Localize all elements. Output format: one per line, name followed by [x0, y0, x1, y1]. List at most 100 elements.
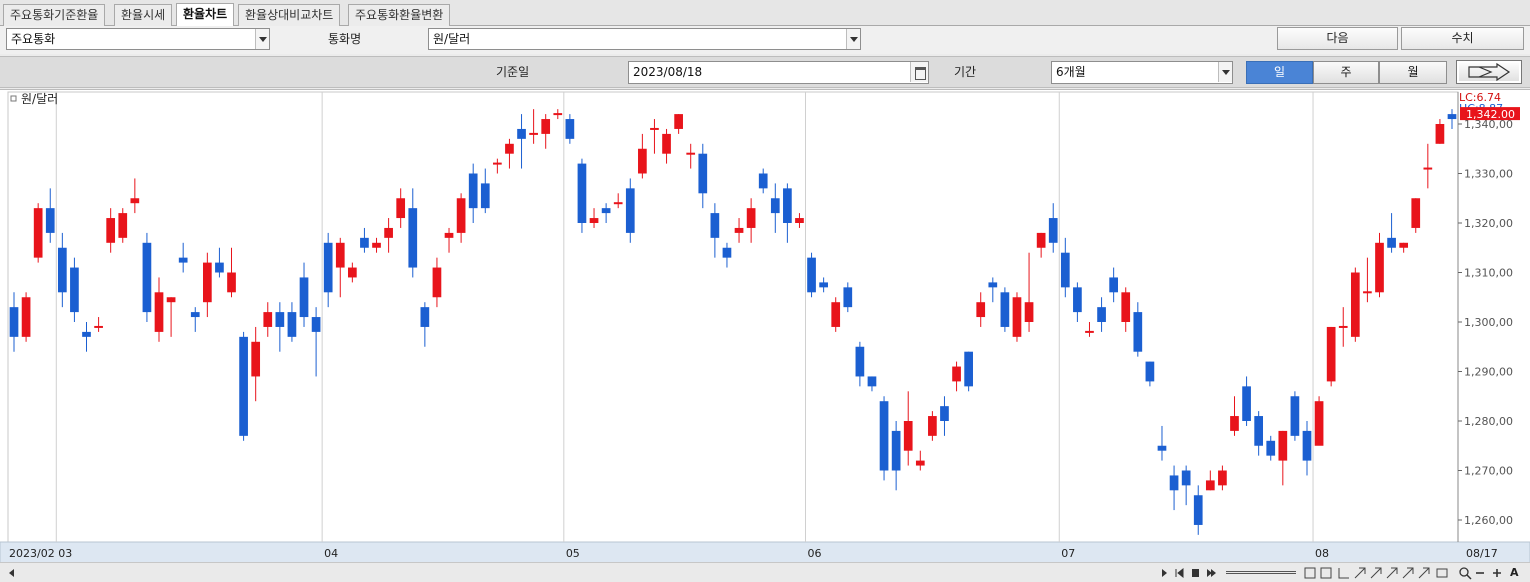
next-button[interactable]: 다음 [1277, 27, 1398, 50]
tab-major-rates[interactable]: 주요통화기준환율 [3, 4, 106, 26]
scroll-next-icon[interactable] [1205, 566, 1217, 580]
chevron-down-icon[interactable] [255, 29, 269, 49]
candle-down [70, 267, 79, 313]
chevron-down-icon[interactable] [1218, 62, 1232, 82]
candle-up [1036, 232, 1046, 248]
exchange-rate-chart: 2023/02 03 04 05 06 07 08 08/17 1,260,00 1,270,00… [0, 89, 1530, 564]
candle-down [698, 153, 708, 194]
candle-down [480, 183, 490, 209]
tab-bar: 주요통화기준환율 환율시세 환율차트 환율상대비교차트 주요통화환율변환 [0, 0, 1530, 27]
candle-down [287, 312, 297, 337]
candle-up [1375, 242, 1384, 293]
candle-up [1278, 430, 1288, 461]
candle-up [1399, 242, 1409, 248]
y-tick-label: 1,330,00 [1464, 168, 1513, 181]
tab-currency-converter[interactable]: 주요통화환율변환 [348, 4, 451, 26]
base-date-value: 2023/08/18 [633, 65, 703, 79]
candle-down [215, 262, 224, 273]
chevron-down-icon[interactable] [846, 29, 860, 49]
candle-up [1411, 198, 1421, 228]
candle-down [311, 317, 321, 332]
candle-down [9, 307, 19, 337]
tab-relative-chart[interactable]: 환율상대비교차트 [238, 4, 341, 26]
candle-down [758, 173, 768, 189]
candle-down [323, 242, 333, 293]
candle-down [891, 430, 901, 471]
candle-down [1048, 218, 1058, 243]
candle-up [1012, 297, 1022, 337]
plus-icon[interactable] [1491, 566, 1503, 580]
interval-day-button[interactable]: 일 [1246, 61, 1313, 84]
chart-tools [1304, 567, 1448, 579]
y-tick-label: 1,270,00 [1464, 465, 1513, 478]
candle-down [1302, 430, 1312, 461]
candle-up [1205, 480, 1215, 491]
stop-icon[interactable] [1189, 566, 1201, 580]
candle-down [1290, 396, 1300, 436]
text-tool-button[interactable]: A [1510, 565, 1519, 580]
candle-up [444, 232, 454, 238]
y-tick-label: 1,300,00 [1464, 316, 1513, 329]
candle-down [1073, 287, 1082, 313]
candle-up [1024, 302, 1034, 322]
candle-down [299, 277, 309, 318]
zoom-in-icon[interactable] [1458, 566, 1472, 580]
candle-down [770, 198, 780, 214]
candle-down [1193, 495, 1203, 525]
scroll-left-icon[interactable] [6, 566, 18, 580]
candle-down [408, 208, 418, 268]
candle-down [1242, 386, 1251, 421]
candle-up [1218, 470, 1227, 486]
interval-month-button[interactable]: 월 [1379, 61, 1447, 84]
base-date-input[interactable]: 2023/08/18 [628, 61, 929, 84]
tab-rate-quotes[interactable]: 환율시세 [114, 4, 173, 26]
candle-up [1435, 124, 1445, 144]
candle-down [468, 173, 478, 209]
candle-down [178, 257, 188, 263]
numeric-button[interactable]: 수치 [1401, 27, 1524, 50]
candle-down [807, 257, 816, 293]
zoom-slider[interactable] [1226, 571, 1296, 574]
candle-down [1447, 114, 1457, 120]
candle-up [166, 297, 176, 303]
candle-up [1363, 291, 1372, 294]
y-tick-label: 1,290,00 [1464, 366, 1513, 379]
plot-area [7, 91, 1459, 543]
candle-up [1085, 330, 1094, 333]
candle-up [493, 162, 502, 165]
interval-week-button[interactable]: 주 [1313, 61, 1379, 84]
candle-down [142, 242, 152, 313]
y-tick-label: 1,320,00 [1464, 217, 1513, 230]
calendar-icon[interactable] [910, 62, 928, 82]
chart-scrollbar[interactable]: A [0, 562, 1530, 582]
x-axis-band [0, 541, 1530, 564]
double-arrow-right-icon [1468, 62, 1511, 82]
scroll-first-icon[interactable] [1173, 566, 1185, 580]
x-tick-label: 07 [1061, 547, 1075, 560]
minus-icon[interactable] [1474, 566, 1486, 580]
x-tick-label: 05 [566, 547, 580, 560]
scroll-right-icon[interactable] [1158, 566, 1170, 580]
candle-up [348, 267, 357, 278]
candle-up [1230, 416, 1239, 431]
candle-down [940, 406, 949, 421]
candle-up [589, 218, 599, 223]
candle-up [529, 132, 538, 135]
base-date-label: 기준일 [496, 65, 530, 79]
period-select[interactable]: 6개월 [1051, 61, 1233, 84]
candle-up [1423, 167, 1433, 170]
candle-down [577, 163, 587, 223]
candle-down [819, 282, 828, 288]
candle-down [710, 213, 720, 238]
candle-up [21, 297, 31, 337]
x-tick-label: 08/17 [1466, 547, 1498, 560]
candle-up [372, 242, 381, 248]
currency-group-select[interactable]: 주요통화 [6, 28, 270, 50]
candle-down [1097, 307, 1106, 322]
currency-name-value: 원/달러 [433, 32, 471, 46]
candle-down [360, 237, 369, 248]
candle-down [988, 282, 998, 288]
tab-rate-chart[interactable]: 환율차트 [176, 3, 235, 27]
currency-name-select[interactable]: 원/달러 [428, 28, 861, 50]
forward-button[interactable] [1456, 60, 1522, 84]
